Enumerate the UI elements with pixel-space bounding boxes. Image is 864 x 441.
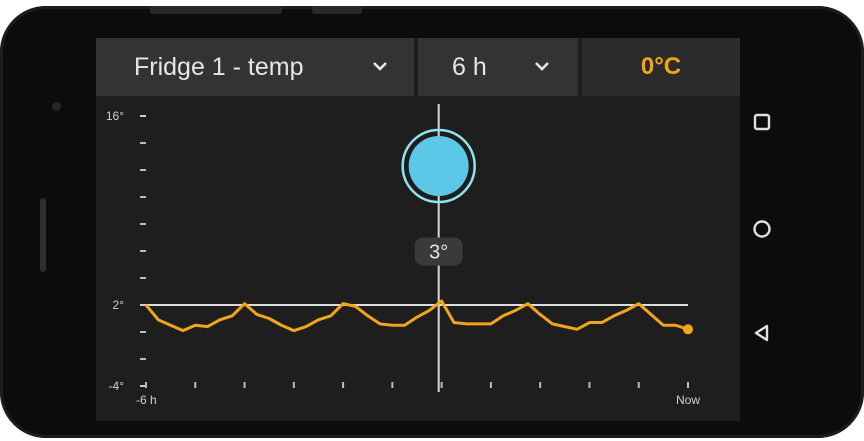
temperature-chart[interactable]: 16° 2° -4° -6 h Now 3° (96, 96, 740, 421)
volume-button (150, 6, 282, 14)
current-value: 0°C (582, 38, 740, 96)
toolbar: Fridge 1 - temp 6 h 0°C (96, 38, 740, 96)
x-end-label: Now (676, 393, 700, 407)
cursor-marker (408, 136, 469, 196)
chevron-down-icon (535, 62, 549, 71)
y-tick-label: -4° (109, 379, 125, 393)
x-start-label: -6 h (136, 393, 157, 407)
range-select-label: 6 h (452, 52, 487, 81)
circle-icon[interactable] (750, 217, 774, 241)
power-button (312, 6, 362, 14)
chevron-down-icon (373, 62, 387, 71)
triangle-back-icon[interactable] (750, 321, 774, 345)
y-tick-label: 2° (113, 298, 125, 312)
speaker-slot (40, 198, 46, 272)
range-select[interactable]: 6 h (418, 38, 578, 96)
front-camera (52, 102, 61, 111)
y-tick-label: 16° (106, 109, 124, 123)
cursor-value-label: 3° (429, 242, 448, 264)
app-screen: Fridge 1 - temp 6 h 0°C 16° 2° -4° -6 h Now 3… (96, 38, 740, 421)
android-nav-bar (740, 38, 784, 421)
series-end-point (683, 324, 693, 335)
metric-select[interactable]: Fridge 1 - temp (96, 38, 414, 96)
square-icon[interactable] (750, 110, 774, 134)
metric-select-label: Fridge 1 - temp (134, 52, 304, 81)
